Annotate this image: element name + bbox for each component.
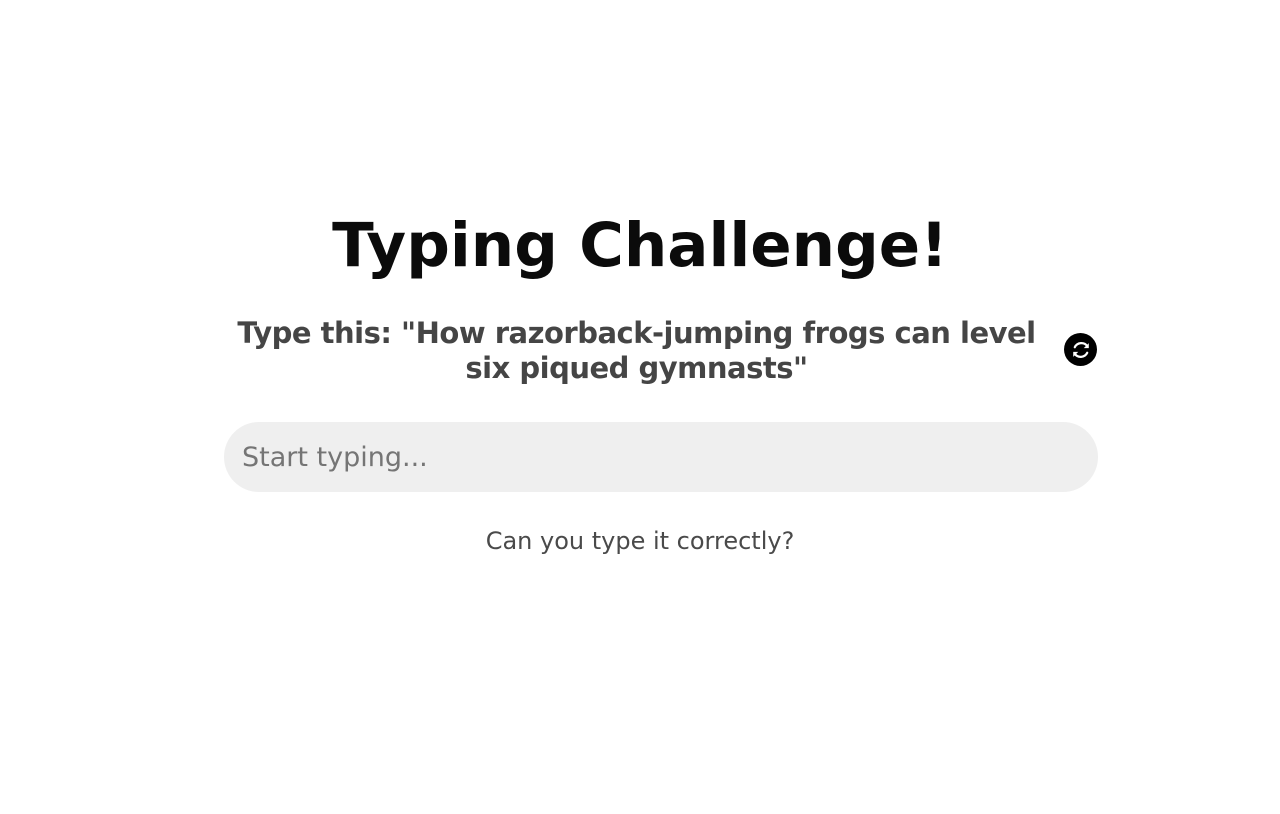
prompt-row: Type this: "How razorback-jumping frogs …: [224, 316, 1098, 388]
refresh-button[interactable]: [1064, 333, 1097, 366]
hint-text: Can you type it correctly?: [485, 527, 795, 555]
page-title: Typing Challenge!: [332, 210, 948, 281]
typing-input[interactable]: [224, 422, 1098, 492]
refresh-icon: [1070, 339, 1092, 361]
prompt-text: Type this: "How razorback-jumping frogs …: [237, 316, 1036, 385]
typing-challenge-page: Typing Challenge! Type this: "How razorb…: [0, 0, 1280, 814]
